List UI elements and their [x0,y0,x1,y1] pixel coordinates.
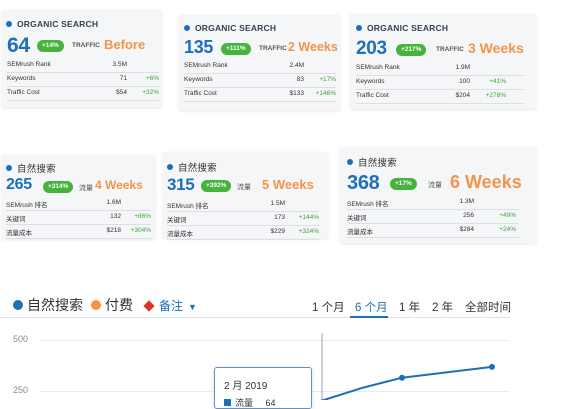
tooltip-date: 2 月 2019 [224,381,268,392]
organic-card-5-weeks: 自然搜索 315 +392% 流量 5 Weeks SEMrush 排名 1.5M… [163,152,328,240]
traffic-label: 流量 [79,185,93,192]
table-row: Traffic Cost $133 +146% [184,88,336,102]
traffic-value: 368 [347,172,380,194]
traffic-value: 265 [6,176,32,193]
dot-icon [184,24,190,31]
table-row: Keywords 83 +17% [184,74,336,88]
table-row: SEMrush 排名 1.5M [167,198,319,212]
growth-badge: +217% [396,44,427,56]
period-label: 3 Weeks [468,40,524,56]
organic-card-3-weeks: ORGANIC SEARCH 203 +217% TRAFFIC 3 Weeks… [350,14,536,109]
table-row: Keywords 71 +6% [7,73,159,87]
traffic-label: 流量 [237,184,251,191]
table-row: SEMrush Rank 3.5M [7,59,159,73]
card-title: 自然搜索 [6,161,56,175]
table-row: 关键词 132 +86% [6,213,151,225]
period-label: 6 Weeks [450,172,522,192]
period-label: 2 Weeks [288,40,338,54]
table-row: 流量成本 $284 +24% [347,224,519,238]
period-label: Before [104,37,146,52]
traffic-label: TRAFFIC [436,46,464,53]
organic-card-before: ORGANIC SEARCH 64 +14% TRAFFIC Before SE… [2,10,162,107]
period-label: 4 Weeks [95,178,143,192]
organic-card-4-weeks: 自然搜索 265 +314% 流量 4 Weeks SEMrush 排名 1.6M… [2,155,155,239]
table-row: SEMrush 排名 1.3M [347,196,519,210]
table-row: 关键词 256 +49% [347,210,519,224]
card-title: ORGANIC SEARCH [184,23,276,33]
table-row: SEMrush Rank 1.9M [356,62,524,76]
growth-badge: +17% [390,178,417,190]
organic-series-line [319,365,493,400]
card-title: ORGANIC SEARCH [356,23,448,33]
growth-badge: +111% [221,43,251,55]
traffic-label: TRAFFIC [259,45,287,52]
table-row: 流量成本 $229 +324% [167,228,319,240]
table-row: Traffic Cost $54 +32% [7,87,159,101]
traffic-label: 流量 [428,182,442,189]
period-label: 5 Weeks [262,177,314,192]
data-point[interactable] [399,374,405,381]
organic-card-6-weeks: 自然搜索 368 +17% 流量 6 Weeks SEMrush 排名 1.3M … [340,147,536,243]
tooltip-row: 流量 64 [224,396,276,409]
traffic-value: 64 [7,34,30,57]
growth-badge: +14% [37,40,64,52]
chart-tooltip: 2 月 2019 流量 64 [214,367,312,409]
dot-icon [6,165,12,172]
growth-badge: +314% [43,181,74,193]
dot-icon [347,159,353,166]
dot-icon [167,164,173,171]
data-point[interactable] [489,363,495,370]
table-row: Traffic Cost $204 +278% [356,90,524,104]
traffic-chart: 自然搜索 付费 备注 ▼ 1 个月 6 个月 1 年 2 年 全部时间 500 2… [0,283,535,409]
table-row: 关键词 173 +144% [167,214,319,226]
card-title: 自然搜索 [167,160,217,174]
card-title: ORGANIC SEARCH [6,19,98,29]
traffic-value: 203 [356,38,387,59]
growth-badge: +392% [201,180,232,192]
table-row: SEMrush Rank 2.4M [184,60,336,74]
table-row: 流量成本 $218 +304% [6,227,151,239]
dot-icon [356,24,362,31]
organic-card-2-weeks: ORGANIC SEARCH 135 +111% TRAFFIC 2 Weeks… [179,15,340,110]
traffic-label: TRAFFIC [72,42,100,49]
table-row: SEMrush 排名 1.6M [6,197,151,211]
dot-icon [6,20,12,27]
traffic-value: 315 [167,175,195,194]
card-title: 自然搜索 [347,155,397,169]
traffic-value: 135 [184,37,214,57]
series-swatch-icon [224,399,231,406]
table-row: Keywords 100 +41% [356,76,524,90]
